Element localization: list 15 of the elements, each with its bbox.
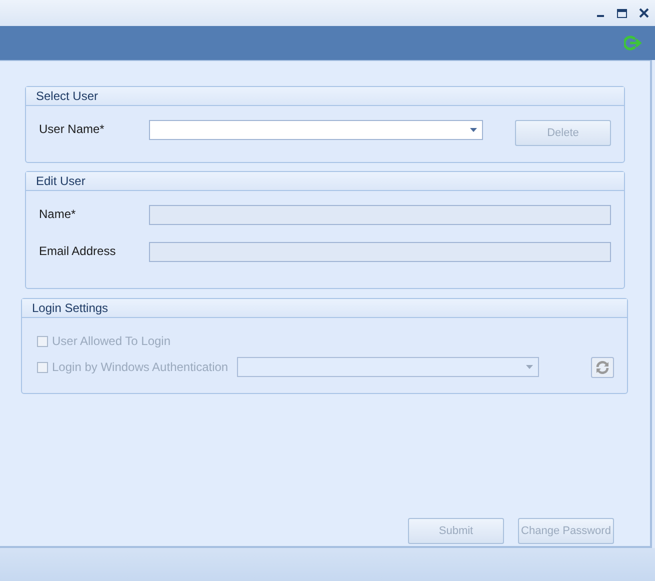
close-icon[interactable]: [639, 8, 649, 18]
user-name-dropdown[interactable]: [149, 120, 483, 140]
maximize-icon[interactable]: [617, 8, 627, 18]
group-title: Select User: [36, 88, 98, 105]
refresh-icon: [595, 360, 610, 374]
field-label: Name*: [39, 206, 77, 223]
field-label: Email Address: [39, 243, 117, 260]
checkbox-label: User Allowed To Login: [52, 333, 172, 350]
group-title: Login Settings: [32, 300, 108, 317]
caret-icon: [470, 128, 477, 132]
checkbox-label: Login by Windows Authentication: [52, 359, 230, 376]
field-label: User Name*: [39, 121, 106, 138]
group-title: Edit User: [36, 173, 86, 190]
caret-icon: [526, 365, 533, 369]
exit-icon[interactable]: [624, 35, 643, 51]
